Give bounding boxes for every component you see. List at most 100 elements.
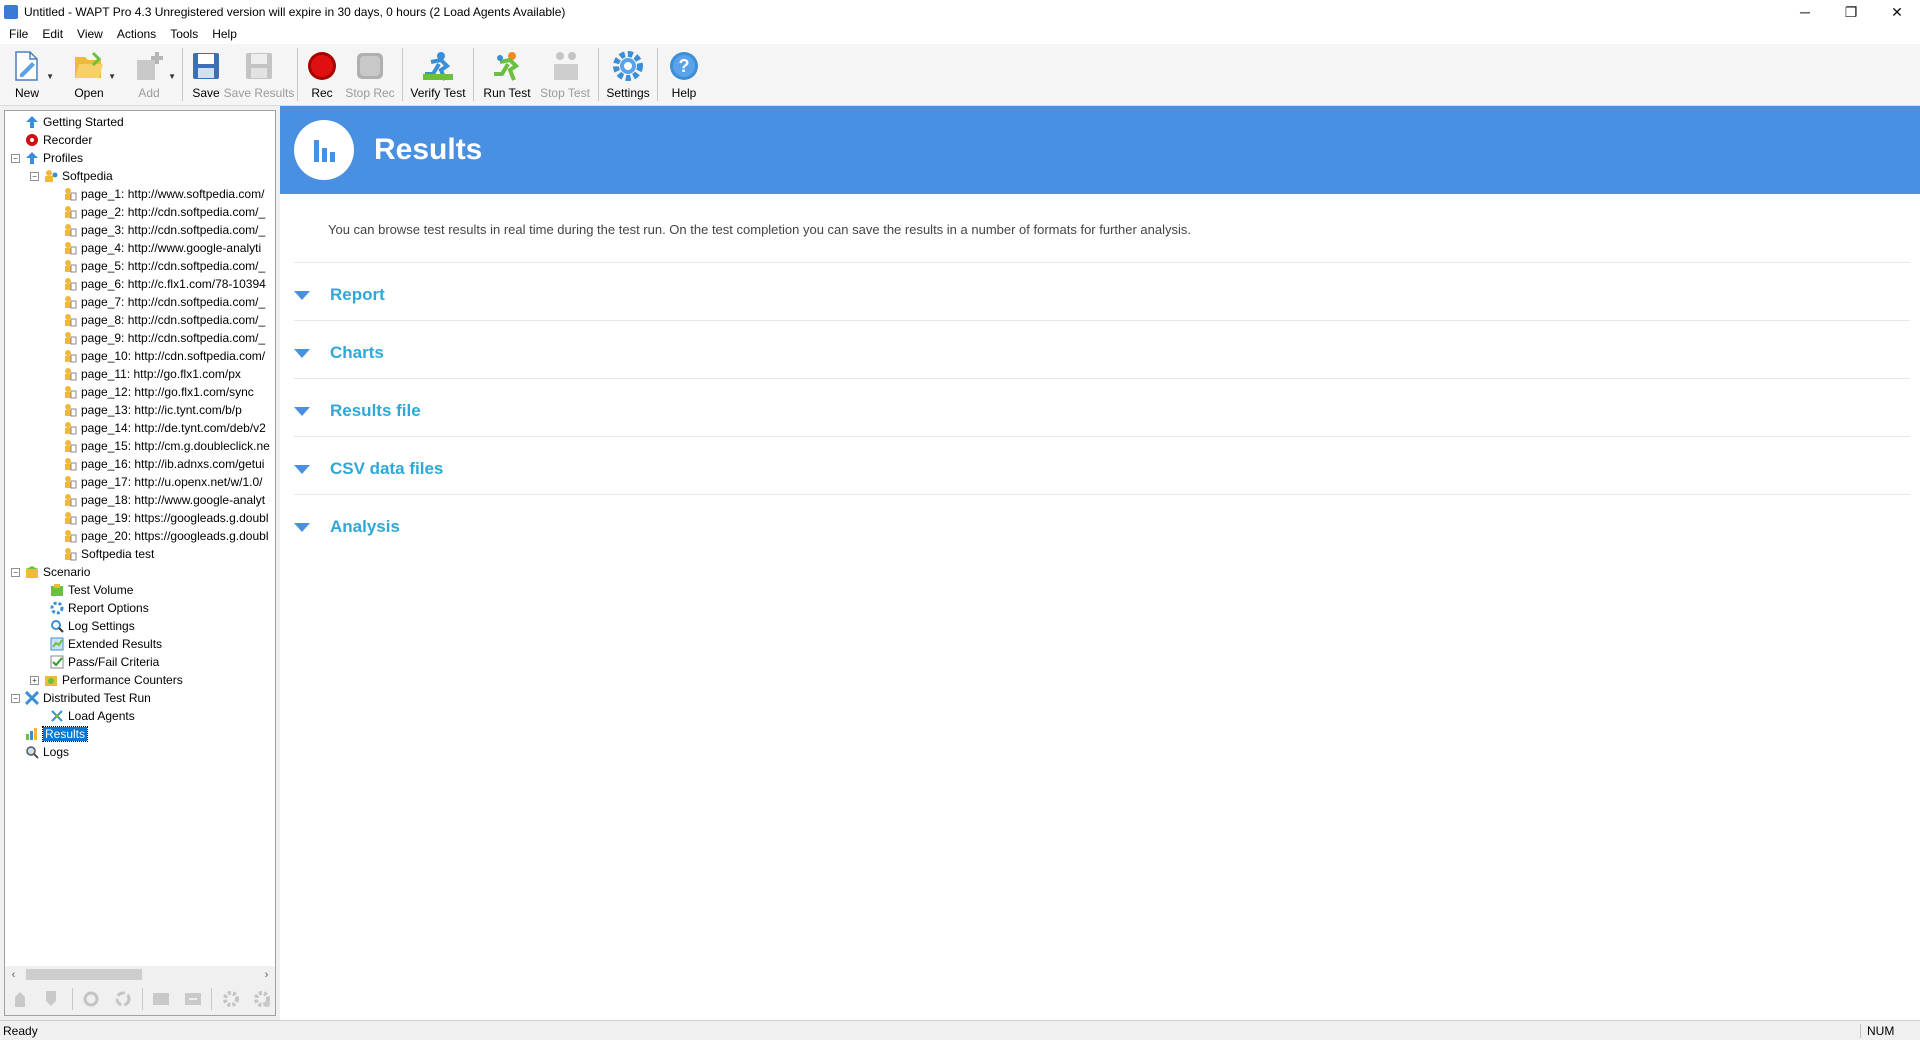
horizontal-scrollbar[interactable]: ‹ › [5,966,275,983]
tree-item-page[interactable]: page_17: http://u.openx.net/w/1.0/ [5,473,275,491]
stop-rec-button[interactable]: Stop Rec [342,44,398,105]
refresh-icon[interactable] [79,987,104,1011]
save-results-button[interactable]: Save Results [224,44,294,105]
tree-item-test-volume[interactable]: Test Volume [5,581,275,599]
checkmark-icon [49,654,65,670]
save-button[interactable]: Save [187,44,225,105]
tree-item-page[interactable]: page_12: http://go.flx1.com/sync [5,383,275,401]
section-csv-data-files[interactable]: CSV data files [294,454,443,484]
verify-test-button[interactable]: Verify Test [407,44,469,105]
menu-edit[interactable]: Edit [35,27,70,41]
tree-label: page_10: http://cdn.softpedia.com/ [81,349,266,363]
results-description: You can browse test results in real time… [328,222,1192,237]
chevron-down-icon[interactable]: ▼ [108,72,116,81]
restore-button[interactable]: ❐ [1828,0,1874,24]
section-results-file[interactable]: Results file [294,396,421,426]
menu-view[interactable]: View [70,27,110,41]
section-charts[interactable]: Charts [294,338,384,368]
chevron-down-icon[interactable]: ▼ [46,72,54,81]
rec-button[interactable]: Rec [302,44,342,105]
scrollbar-thumb[interactable] [26,969,142,980]
collapse-toggle[interactable]: − [30,171,39,181]
tree-item-page[interactable]: page_10: http://cdn.softpedia.com/ [5,347,275,365]
tree-item-profiles[interactable]: − Profiles [5,149,275,167]
tree-item-load-agents[interactable]: Load Agents [5,707,275,725]
tree-item-page[interactable]: page_6: http://c.flx1.com/78-10394 [5,275,275,293]
tree-item-page[interactable]: page_2: http://cdn.softpedia.com/_ [5,203,275,221]
scroll-left-icon[interactable]: ‹ [5,969,22,981]
tree-item-getting-started[interactable]: Getting Started [5,113,275,131]
tree-item-page[interactable]: page_3: http://cdn.softpedia.com/_ [5,221,275,239]
open-label: Open [74,86,104,100]
sync-icon[interactable] [110,987,135,1011]
section-analysis[interactable]: Analysis [294,512,400,542]
new-button[interactable]: New ▼ [4,44,54,105]
tree-label: Extended Results [68,637,163,651]
tree-item-performance-counters[interactable]: + Performance Counters [5,671,275,689]
tree-item-page[interactable]: page_5: http://cdn.softpedia.com/_ [5,257,275,275]
run-test-button[interactable]: Run Test [478,44,536,105]
scrollbar-track[interactable] [22,966,258,983]
navigator-tree: Getting Started Recorder − Profiles − So… [5,111,275,966]
tree-item-report-options[interactable]: Report Options [5,599,275,617]
tree-item-logs[interactable]: Logs [5,743,275,761]
page-icon [62,402,78,418]
tree-item-page[interactable]: page_4: http://www.google-analyti [5,239,275,257]
add-button[interactable]: Add ▼ [120,44,178,105]
distributed-icon [24,690,40,706]
tree-item-page[interactable]: page_19: https://googleads.g.doubl [5,509,275,527]
tree-item-pass-fail-criteria[interactable]: Pass/Fail Criteria [5,653,275,671]
move-down-icon[interactable] [40,987,65,1011]
tree-item-softpedia-test[interactable]: Softpedia test [5,545,275,563]
tree-item-page[interactable]: page_16: http://ib.adnxs.com/getui [5,455,275,473]
collapse-toggle[interactable]: − [11,567,20,577]
test-volume-icon [49,582,65,598]
tree-item-page[interactable]: page_1: http://www.softpedia.com/ [5,185,275,203]
page-icon [62,186,78,202]
minimize-button[interactable]: ─ [1782,0,1828,24]
tree-item-page[interactable]: page_14: http://de.tynt.com/deb/v2 [5,419,275,437]
tree-label: Softpedia test [81,547,155,561]
tree-item-log-settings[interactable]: Log Settings [5,617,275,635]
properties-icon[interactable] [250,987,275,1011]
menu-tools[interactable]: Tools [163,27,205,41]
stop-test-button[interactable]: Stop Test [536,44,594,105]
settings-button[interactable]: Settings [603,44,653,105]
menu-help[interactable]: Help [205,27,244,41]
tree-item-profile-softpedia[interactable]: − Softpedia [5,167,275,185]
stop-rec-label: Stop Rec [345,86,395,100]
export-icon[interactable] [180,987,205,1011]
tree-item-extended-results[interactable]: Extended Results [5,635,275,653]
tree-item-page[interactable]: page_11: http://go.flx1.com/px [5,365,275,383]
collapse-toggle[interactable]: − [11,693,20,703]
tree-item-page[interactable]: page_13: http://ic.tynt.com/b/p [5,401,275,419]
stop-test-icon [547,48,583,84]
tree-item-page[interactable]: page_18: http://www.google-analyt [5,491,275,509]
tree-item-recorder[interactable]: Recorder [5,131,275,149]
scroll-right-icon[interactable]: › [258,969,275,981]
close-button[interactable]: ✕ [1874,0,1920,24]
settings-gear-icon[interactable] [218,987,243,1011]
help-button[interactable]: ? Help [662,44,706,105]
tree-item-page[interactable]: page_20: https://googleads.g.doubl [5,527,275,545]
tree-item-results[interactable]: Results [5,725,275,743]
tree-label: page_15: http://cm.g.doubleclick.ne [81,439,270,453]
tree-label: page_19: https://googleads.g.doubl [81,511,269,525]
tree-item-page[interactable]: page_9: http://cdn.softpedia.com/_ [5,329,275,347]
collapse-toggle[interactable]: − [11,153,20,163]
page-icon [62,222,78,238]
tree-label: Test Volume [68,583,134,597]
tree-item-distributed-test-run[interactable]: − Distributed Test Run [5,689,275,707]
import-icon[interactable] [149,987,174,1011]
move-up-icon[interactable] [9,987,34,1011]
tree-item-page[interactable]: page_7: http://cdn.softpedia.com/_ [5,293,275,311]
expand-toggle[interactable]: + [30,675,39,685]
open-button[interactable]: Open ▼ [58,44,120,105]
menu-actions[interactable]: Actions [110,27,163,41]
tree-item-page[interactable]: page_8: http://cdn.softpedia.com/_ [5,311,275,329]
tree-item-scenario[interactable]: − Scenario [5,563,275,581]
tree-item-page[interactable]: page_15: http://cm.g.doubleclick.ne [5,437,275,455]
section-report[interactable]: Report [294,280,385,310]
menu-file[interactable]: File [2,27,35,41]
chevron-down-icon[interactable]: ▼ [168,72,176,81]
